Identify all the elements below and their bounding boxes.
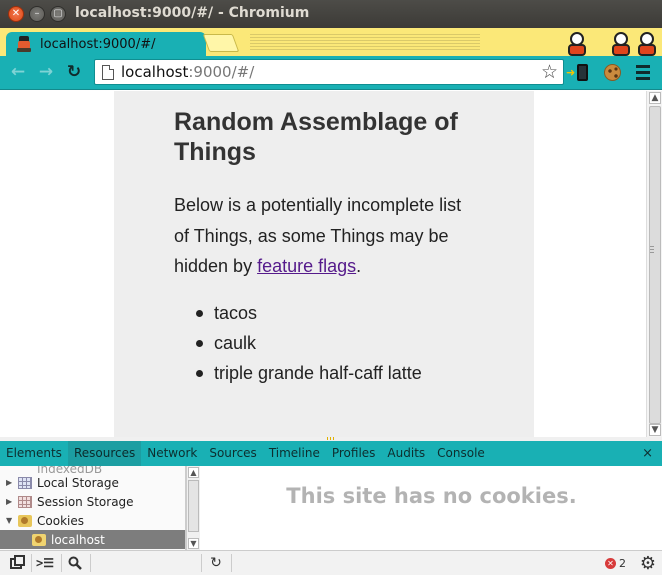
content-panel: Random Assemblage of Things Below is a p…	[114, 91, 534, 437]
local-storage-icon	[18, 476, 32, 489]
dock-toggle-icon[interactable]	[5, 554, 27, 572]
error-count: 2	[619, 557, 626, 570]
tree-item-localhost[interactable]: localhost	[0, 530, 185, 549]
bookmark-star-icon[interactable]: ☆	[541, 61, 558, 83]
window-minimize-button[interactable]: –	[29, 6, 45, 22]
page-heading: Random Assemblage of Things	[174, 108, 458, 166]
divider	[90, 554, 91, 572]
page-scrollbar[interactable]: ▲ ▼	[646, 91, 662, 437]
cookies-icon	[18, 514, 32, 527]
bullet-icon	[196, 369, 203, 377]
address-bar[interactable]: localhost:9000/#/ ☆	[94, 59, 564, 85]
scrollbar-thumb[interactable]	[649, 106, 661, 424]
forward-button[interactable]: →	[36, 62, 56, 82]
devtools-tab-timeline[interactable]: Timeline	[263, 441, 326, 466]
devtools-tab-network[interactable]: Network	[141, 441, 203, 466]
page-icon	[102, 64, 114, 80]
bullet-icon	[196, 309, 203, 317]
tree-item-label: Local Storage	[37, 475, 119, 490]
bullet-icon	[196, 339, 203, 347]
browser-toolbar: ← → ↻ localhost:9000/#/ ☆ ➜	[0, 56, 662, 90]
devtools-tab-sources[interactable]: Sources	[203, 441, 262, 466]
search-icon[interactable]	[64, 554, 86, 572]
window-title: localhost:9000/#/ - Chromium	[75, 5, 310, 21]
divider	[61, 554, 62, 572]
description-end: .	[356, 256, 362, 276]
error-counter[interactable]: ✕ 2	[605, 557, 626, 570]
back-button[interactable]: ←	[8, 62, 28, 82]
devtools-tab-console[interactable]: Console	[431, 441, 491, 466]
scroll-up-icon[interactable]: ▲	[188, 467, 199, 478]
url-path: :9000/#/	[188, 63, 255, 81]
list-item-label: tacos	[214, 303, 258, 323]
gear-icon[interactable]: ⚙	[640, 553, 656, 574]
resources-tree: IndexedDB ▶ Local Storage ▶ Session Stor…	[0, 466, 186, 550]
divider	[31, 554, 32, 572]
tree-item-label: Session Storage	[37, 494, 134, 509]
console-drawer-icon[interactable]: >☰	[34, 554, 56, 572]
reload-button[interactable]: ↻	[64, 62, 84, 82]
theme-mascots	[492, 28, 662, 56]
tab-label: localhost:9000/#/	[40, 36, 156, 52]
devtools-tab-resources[interactable]: Resources	[67, 441, 142, 466]
window-close-button[interactable]: ✕	[8, 6, 24, 22]
collapse-arrow-icon[interactable]: ▼	[6, 516, 18, 525]
divider	[231, 554, 232, 572]
window-maximize-button[interactable]: ▢	[50, 6, 66, 22]
expand-arrow-icon[interactable]: ▶	[6, 478, 18, 487]
scroll-down-icon[interactable]: ▼	[649, 424, 661, 436]
things-list: tacos caulk triple grande half-caff latt…	[194, 298, 422, 388]
favicon-icon	[16, 36, 32, 52]
devtools-statusbar: >☰ ↻ ✕ 2 ⚙	[0, 550, 662, 575]
error-icon: ✕	[605, 558, 616, 569]
tree-item-session-storage[interactable]: ▶ Session Storage	[0, 492, 185, 511]
list-item-label: triple grande half-caff latte	[214, 363, 422, 383]
tab-localhost[interactable]: localhost:9000/#/	[6, 32, 206, 56]
feature-flags-link[interactable]: feature flags	[257, 256, 356, 276]
tree-item-label: localhost	[51, 532, 105, 547]
scroll-up-icon[interactable]: ▲	[649, 92, 661, 104]
devtools-tabbar: Elements Resources Network Sources Timel…	[0, 441, 662, 466]
list-item: tacos	[194, 298, 422, 328]
empty-cookies-message: This site has no cookies.	[286, 484, 577, 508]
mascot-icon	[564, 32, 590, 56]
tree-item-label: Cookies	[37, 513, 84, 528]
refresh-icon[interactable]: ↻	[205, 554, 227, 572]
session-storage-icon	[18, 495, 32, 508]
devtools-tab-elements[interactable]: Elements	[0, 441, 68, 466]
page-description: Below is a potentially incomplete list o…	[174, 190, 474, 282]
url-host: localhost	[121, 63, 189, 81]
theme-decoration	[250, 32, 480, 52]
browser-menu-icon[interactable]	[633, 62, 653, 82]
list-item: caulk	[194, 328, 422, 358]
cookie-icon	[32, 533, 46, 546]
scrollbar-thumb[interactable]	[188, 480, 199, 532]
tree-item-cookies[interactable]: ▼ Cookies	[0, 511, 185, 530]
scrollbar-grip	[650, 246, 654, 254]
devtools-close-icon[interactable]: ×	[642, 446, 653, 461]
list-item-label: caulk	[214, 333, 257, 353]
expand-arrow-icon[interactable]: ▶	[6, 497, 18, 506]
devtools-tab-audits[interactable]: Audits	[381, 441, 431, 466]
new-tab-button[interactable]	[202, 34, 240, 52]
list-item: triple grande half-caff latte	[194, 358, 422, 388]
extension-phone-icon[interactable]: ➜	[566, 62, 592, 82]
cookies-view: This site has no cookies.	[201, 466, 662, 550]
mascot-icon	[608, 32, 634, 56]
tab-strip: localhost:9000/#/	[0, 28, 662, 56]
page-viewport: Random Assemblage of Things Below is a p…	[0, 91, 646, 437]
divider	[201, 554, 202, 572]
tree-item-local-storage[interactable]: ▶ Local Storage	[0, 473, 185, 492]
window-titlebar: ✕ – ▢ localhost:9000/#/ - Chromium	[0, 0, 662, 28]
mascot-icon	[634, 32, 660, 56]
scroll-down-icon[interactable]: ▼	[188, 538, 199, 549]
devtools-tab-profiles[interactable]: Profiles	[326, 441, 382, 466]
extension-cookie-icon[interactable]	[602, 62, 622, 82]
tree-scrollbar[interactable]: ▲ ▼	[186, 466, 200, 550]
